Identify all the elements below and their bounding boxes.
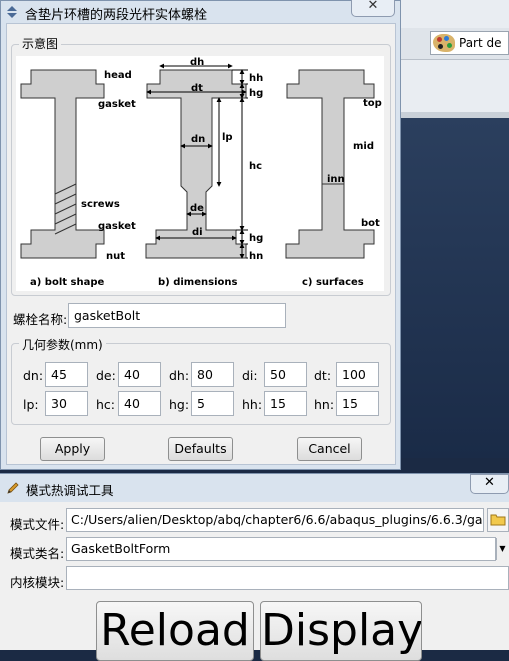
- label-hn: hn: [249, 251, 263, 262]
- label-screws: screws: [81, 199, 120, 210]
- dialog-app-icon: [7, 6, 17, 18]
- label-hc: hc: [249, 161, 262, 172]
- label-gasket-top: gasket: [98, 99, 136, 110]
- label-dh: dh: [190, 57, 204, 68]
- sketch-group-label: 示意图: [19, 35, 62, 52]
- kernel-module-label: 内核模块:: [10, 575, 65, 590]
- param-dh-input[interactable]: 80: [191, 362, 234, 387]
- param-lp-label: lp:: [23, 397, 39, 412]
- label-top: top: [363, 98, 382, 109]
- debug-tool-title: 模式热调试工具: [26, 483, 114, 498]
- caption-dimensions: b) dimensions: [158, 277, 237, 288]
- apply-button[interactable]: Apply: [40, 437, 105, 461]
- cancel-button[interactable]: Cancel: [297, 437, 362, 461]
- bolt-sketch: head gasket screws gasket nut dh dt dn l…: [16, 56, 384, 291]
- param-hg-label: hg:: [169, 397, 190, 412]
- label-de: de: [190, 203, 204, 214]
- param-hc-label: hc:: [96, 397, 116, 412]
- label-dn: dn: [191, 134, 205, 145]
- param-hn-label: hn:: [314, 397, 335, 412]
- caption-bolt-shape: a) bolt shape: [30, 277, 104, 288]
- label-hg-top: hg: [249, 88, 263, 99]
- param-lp-input[interactable]: 30: [45, 391, 88, 416]
- params-group-label: 几何参数(mm): [19, 336, 106, 353]
- debug-tool-dialog: 模式热调试工具 ✕ 模式文件: C:/Users/alien/Desktop/a…: [0, 473, 509, 661]
- label-hg-bottom: hg: [249, 233, 263, 244]
- label-di: di: [192, 227, 203, 238]
- display-button[interactable]: Display: [260, 601, 422, 661]
- close-icon: ✕: [484, 475, 495, 490]
- gasket-bolt-dialog: 含垫片环槽的两段光杆实体螺栓 ✕ 示意图 head gasket screws …: [0, 0, 401, 470]
- pencil-icon: [7, 482, 19, 494]
- caption-surfaces: c) surfaces: [302, 277, 364, 288]
- param-de-input[interactable]: 40: [118, 362, 161, 387]
- label-gasket-bottom: gasket: [98, 221, 136, 232]
- part-display-text: Part de: [459, 36, 502, 50]
- form-file-label: 模式文件:: [10, 517, 65, 532]
- dialog-close-button[interactable]: ✕: [351, 0, 395, 17]
- param-dh-label: dh:: [169, 368, 190, 383]
- param-hh-input[interactable]: 15: [264, 391, 307, 416]
- part-display-combo[interactable]: Part de: [430, 31, 509, 55]
- dialog-titlebar[interactable]: 含垫片环槽的两段光杆实体螺栓 ✕: [1, 0, 400, 23]
- viewport-background: [400, 118, 509, 458]
- bolt-name-label: 螺栓名称:: [13, 312, 68, 327]
- palette-icon: [433, 34, 455, 52]
- param-dt-input[interactable]: 100: [336, 362, 379, 387]
- debug-tool-close-button[interactable]: ✕: [470, 474, 509, 494]
- label-lp: lp: [222, 132, 233, 143]
- defaults-button[interactable]: Defaults: [168, 437, 233, 461]
- label-mid: mid: [353, 141, 374, 152]
- chevron-down-icon[interactable]: ▼: [496, 538, 508, 560]
- label-bot: bot: [361, 218, 380, 229]
- form-class-label: 模式类名:: [10, 546, 65, 561]
- label-inn: inn: [327, 174, 345, 185]
- reload-button[interactable]: Reload: [96, 601, 254, 661]
- param-hg-input[interactable]: 5: [191, 391, 234, 416]
- param-dn-input[interactable]: 45: [45, 362, 88, 387]
- kernel-module-input[interactable]: [66, 566, 509, 590]
- param-dt-label: dt:: [314, 368, 332, 383]
- param-di-label: di:: [242, 368, 258, 383]
- browse-button[interactable]: [487, 508, 509, 532]
- label-head: head: [104, 70, 132, 81]
- form-class-select[interactable]: GasketBoltForm: [66, 537, 496, 561]
- param-hc-input[interactable]: 40: [118, 391, 161, 416]
- param-dn-label: dn:: [23, 368, 44, 383]
- close-icon: ✕: [367, 0, 379, 13]
- folder-icon: [490, 514, 506, 526]
- label-dt: dt: [191, 83, 203, 94]
- dialog-title: 含垫片环槽的两段光杆实体螺栓: [25, 8, 208, 23]
- param-hh-label: hh:: [242, 397, 263, 412]
- form-file-input[interactable]: C:/Users/alien/Desktop/abq/chapter6/6.6/…: [66, 508, 484, 532]
- label-hh: hh: [249, 73, 263, 84]
- param-di-input[interactable]: 50: [264, 362, 307, 387]
- param-de-label: de:: [96, 368, 116, 383]
- label-nut: nut: [106, 251, 125, 262]
- bolt-name-input[interactable]: gasketBolt: [68, 303, 286, 328]
- param-hn-input[interactable]: 15: [336, 391, 379, 416]
- debug-tool-titlebar[interactable]: 模式热调试工具 ✕: [0, 474, 509, 502]
